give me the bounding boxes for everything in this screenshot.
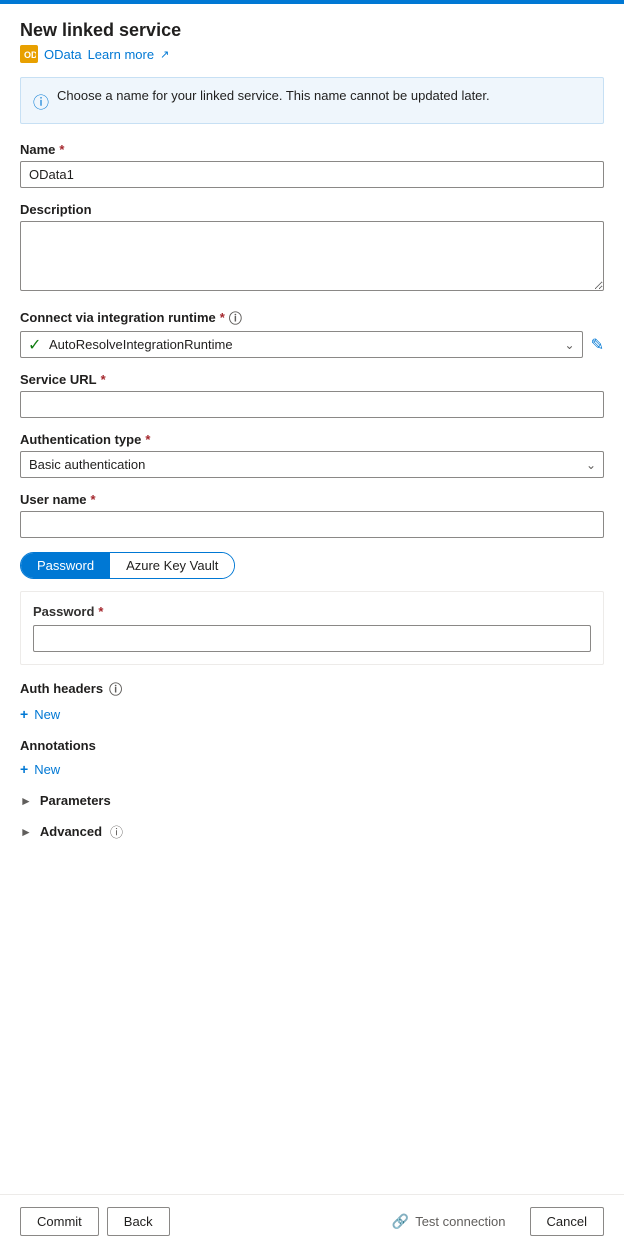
service-url-field-group: Service URL * bbox=[20, 372, 604, 418]
name-input[interactable] bbox=[20, 161, 604, 188]
info-icon: ⓘ bbox=[33, 89, 49, 113]
learn-more-link[interactable]: Learn more bbox=[88, 47, 154, 62]
odata-service-label: OData bbox=[44, 47, 82, 62]
integration-runtime-field-group: Connect via integration runtime * ⓘ ✓ Au… bbox=[20, 308, 604, 358]
page-title: New linked service bbox=[20, 20, 604, 41]
name-label: Name * bbox=[20, 142, 604, 157]
password-input[interactable] bbox=[33, 625, 591, 652]
runtime-dropdown-wrapper: ✓ AutoResolveIntegrationRuntime ⌄ bbox=[20, 331, 583, 358]
password-inner-label: Password * bbox=[33, 604, 591, 619]
advanced-chevron-icon: ► bbox=[20, 825, 32, 839]
external-link-icon: ↗ bbox=[160, 48, 169, 61]
svg-text:OD: OD bbox=[24, 50, 36, 60]
password-toggle-group: Password Azure Key Vault bbox=[20, 552, 235, 579]
connect-label: Connect via integration runtime * ⓘ bbox=[20, 308, 604, 327]
username-input[interactable] bbox=[20, 511, 604, 538]
password-tab-button[interactable]: Password bbox=[21, 553, 110, 578]
info-banner-text: Choose a name for your linked service. T… bbox=[57, 88, 490, 103]
commit-button[interactable]: Commit bbox=[20, 1207, 99, 1236]
footer: Commit Back 🔗 Test connection Cancel bbox=[0, 1194, 624, 1248]
annotations-plus-icon: + bbox=[20, 761, 28, 777]
test-connection-icon: 🔗 bbox=[392, 1213, 409, 1230]
service-url-input[interactable] bbox=[20, 391, 604, 418]
username-label: User name * bbox=[20, 492, 604, 507]
integration-runtime-row: ✓ AutoResolveIntegrationRuntime ⌄ ✎ bbox=[20, 331, 604, 358]
auth-headers-info-icon[interactable]: ⓘ bbox=[109, 679, 122, 698]
azure-key-vault-tab-button[interactable]: Azure Key Vault bbox=[110, 553, 234, 578]
password-inner-section: Password * bbox=[20, 591, 604, 665]
auth-type-required-star: * bbox=[145, 432, 150, 447]
parameters-expandable-row[interactable]: ► Parameters bbox=[20, 793, 604, 808]
auth-type-field-group: Authentication type * Anonymous Basic au… bbox=[20, 432, 604, 478]
edit-runtime-icon[interactable]: ✎ bbox=[591, 335, 604, 355]
advanced-label: Advanced bbox=[40, 824, 102, 839]
auth-headers-group: Auth headers ⓘ + New bbox=[20, 679, 604, 724]
service-url-required-star: * bbox=[101, 372, 106, 387]
name-field-group: Name * bbox=[20, 142, 604, 188]
connect-info-icon[interactable]: ⓘ bbox=[229, 308, 242, 327]
back-button[interactable]: Back bbox=[107, 1207, 170, 1236]
annotations-label: Annotations bbox=[20, 738, 604, 753]
description-textarea[interactable] bbox=[20, 221, 604, 291]
auth-type-dropdown-wrapper: Anonymous Basic authentication Windows A… bbox=[20, 451, 604, 478]
parameters-chevron-icon: ► bbox=[20, 794, 32, 808]
parameters-label: Parameters bbox=[40, 793, 111, 808]
connect-required-star: * bbox=[220, 310, 225, 325]
parameters-divider: ► Parameters bbox=[20, 793, 604, 808]
username-field-group: User name * bbox=[20, 492, 604, 538]
subtitle-row: OD OData Learn more ↗ bbox=[20, 45, 604, 63]
annotations-group: Annotations + New bbox=[20, 738, 604, 779]
cancel-button[interactable]: Cancel bbox=[530, 1207, 604, 1236]
auth-type-select[interactable]: Anonymous Basic authentication Windows A… bbox=[20, 451, 604, 478]
description-label: Description bbox=[20, 202, 604, 217]
advanced-info-icon[interactable]: ⓘ bbox=[110, 822, 123, 841]
description-field-group: Description bbox=[20, 202, 604, 294]
odata-icon: OD bbox=[20, 45, 38, 63]
green-check-icon: ✓ bbox=[28, 335, 41, 355]
auth-headers-label: Auth headers ⓘ bbox=[20, 679, 604, 698]
advanced-expandable-row[interactable]: ► Advanced ⓘ bbox=[20, 822, 604, 841]
info-banner: ⓘ Choose a name for your linked service.… bbox=[20, 77, 604, 124]
name-required-star: * bbox=[59, 142, 64, 157]
password-section: Password Azure Key Vault Password * bbox=[20, 552, 604, 665]
password-required-star: * bbox=[98, 604, 103, 619]
username-required-star: * bbox=[90, 492, 95, 507]
main-content: New linked service OD OData Learn more ↗… bbox=[0, 4, 624, 1194]
auth-type-label: Authentication type * bbox=[20, 432, 604, 447]
auth-headers-new-button[interactable]: + New bbox=[20, 704, 60, 724]
auth-headers-plus-icon: + bbox=[20, 706, 28, 722]
annotations-new-button[interactable]: + New bbox=[20, 759, 60, 779]
service-url-label: Service URL * bbox=[20, 372, 604, 387]
runtime-select[interactable]: AutoResolveIntegrationRuntime bbox=[20, 331, 583, 358]
advanced-divider: ► Advanced ⓘ bbox=[20, 822, 604, 841]
test-connection-button[interactable]: 🔗 Test connection bbox=[376, 1207, 522, 1236]
